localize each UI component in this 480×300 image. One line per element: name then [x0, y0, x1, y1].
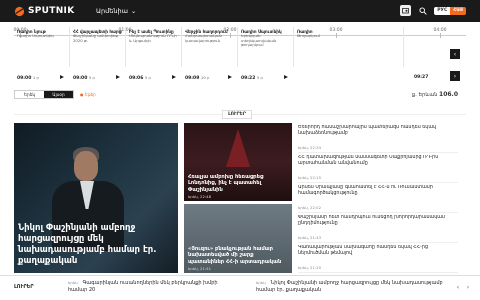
ticker-text[interactable]: Գագարինյան ուսանողներին մեկ բերկրանքի խմ…	[68, 280, 218, 293]
section-title[interactable]: ԼՈՒՐԵՐ	[222, 110, 252, 119]
frequency-city: ք. Երևան	[412, 92, 438, 98]
program-card[interactable]: Վերջին հաղորդում Հանրապետական կառավարութ…	[182, 27, 238, 67]
ticker-date: երեկ	[256, 280, 266, 285]
lang-ru[interactable]: РУС	[434, 6, 451, 15]
region-selector[interactable]: Արմենիա ⌄	[96, 7, 136, 15]
region-label: Արմենիա	[96, 7, 128, 15]
frequency-value: 106.0	[439, 91, 458, 98]
toggle-yesterday[interactable]: Երեկ	[15, 91, 44, 98]
program-card[interactable]: Ռադիո Սպուտնիկ Երեկոյան տեղեկատվական թող…	[238, 27, 294, 67]
program-time: 09:27	[414, 75, 429, 80]
program-description: Ռադիո Սպուտնիկ	[17, 34, 54, 38]
ticker-text[interactable]: Նիկոլ Փաշինյանի ամբողջ հարցազրույցը մեկ …	[256, 280, 443, 293]
program-description: Մեկնաբանություն ՌԴ-ի և Արցախի	[129, 34, 177, 43]
news-headline[interactable]: ՀՀ դատախազության մասնագետի Սաքրոյանից ՌԴ…	[298, 155, 458, 173]
news-headline[interactable]: Արմեն Սրապյանը գնահատել է ՀՀ-ն ու Ռուսաս…	[298, 185, 458, 203]
news-date: երեկ, 22:34	[298, 145, 321, 150]
sputnik-logo[interactable]: SPUTNIK	[14, 5, 74, 17]
program-description: Երեկոյան տեղեկատվական թողարկում	[241, 34, 277, 48]
news-headline[interactable]: Կառավարության նախագահը հանդես եկավ ՀՀ-ից…	[298, 245, 458, 263]
main-story[interactable]: Նիկոլ Փաշինյանի ամբողջ հարցազրույցը մեկ …	[14, 123, 178, 273]
program-time: 09:00 5 ր	[73, 75, 95, 81]
ticker-label: ԼՈՒՐԵՐ	[14, 284, 34, 290]
news-ticker: ԼՈՒՐԵՐ երեկ Գագարինյան ուսանողներին մեկ բ…	[0, 275, 480, 300]
news-date: երեկ, 22:15	[298, 175, 321, 180]
main-story-caption[interactable]: Նիկոլ Փաշինյանի ամբողջ հարցազրույցը մեկ …	[18, 223, 172, 267]
program-time: 09:06 5 ր	[129, 75, 151, 81]
search-icon[interactable]	[417, 5, 428, 16]
timeline-next-button[interactable]: ›	[450, 71, 460, 81]
news-item[interactable]: ՀՀ դատախազության մասնագետի Սաքրոյանից ՌԴ…	[298, 153, 458, 183]
ticker-item[interactable]: երեկ Գագարինյան ուսանողներին մեկ բերկրանք…	[68, 279, 228, 294]
story-caption[interactable]: Հռաչյա ամբոխը հեռացրեց Լոնդոնից, ինչ է պ…	[188, 174, 288, 194]
lang-am[interactable]: ՀԱՅ	[450, 6, 466, 15]
play-icon[interactable]	[228, 75, 232, 79]
play-icon[interactable]	[284, 75, 288, 79]
language-switch[interactable]: РУС ՀԱՅ	[434, 6, 466, 15]
program-description: Թողարկում	[297, 34, 321, 38]
chevron-down-icon: ⌄	[130, 7, 137, 15]
ticker-item[interactable]: երեկ Նիկոլ Փաշինյանի ամբողջ հարցազրույցը …	[256, 279, 446, 294]
play-icon[interactable]	[60, 75, 64, 79]
program-card[interactable]: ՀՀ վարչապետի հարցազրույց Փաշինյանը ամփոփ…	[70, 27, 126, 67]
program-time: 09:22 5 ր	[241, 75, 263, 81]
program-description: Հանրապետական կառավարություն	[185, 34, 222, 43]
story-date: երեկ, 22:48	[188, 194, 211, 199]
day-toggle: Երեկ Այսօր	[14, 90, 74, 99]
program-time: 09:09 10 ր	[185, 75, 210, 81]
news-item[interactable]: Փաշինյանի հետ հանդիպում ունեցող խորհրդար…	[298, 213, 458, 243]
radio-frequency: ք. Երևան 106.0	[412, 91, 458, 98]
news-headline[interactable]: Եռերորդ համաշխարհային պատերազմ հանդես եկ…	[298, 125, 458, 143]
play-icon[interactable]	[116, 75, 120, 79]
live-indicator[interactable]: ● Եթեր	[80, 92, 96, 97]
news-list: Եռերորդ համաշխարհային պատերազմ հանդես եկ…	[298, 123, 458, 273]
ticker-date: երեկ	[68, 280, 78, 285]
story-card[interactable]: Հռաչյա ամբոխը հեռացրեց Լոնդոնից, ինչ է պ…	[184, 123, 292, 201]
news-item[interactable]: Եռերորդ համաշխարհային պատերազմ հանդես եկ…	[298, 123, 458, 153]
news-item[interactable]: Կառավարության նախագահը հանդես եկավ ՀՀ-ից…	[298, 243, 458, 273]
top-navbar: SPUTNIK Արմենիա ⌄ РУС ՀԱՅ	[0, 0, 480, 22]
ticker-next-icon[interactable]: ›	[464, 283, 472, 291]
story-card[interactable]: «Յուզու» բնակչության համար նախատեսված մի…	[184, 204, 292, 273]
news-item[interactable]: Արմեն Սրապյանը գնահատել է ՀՀ-ն ու Ռուսաս…	[298, 183, 458, 213]
timeline-prev-button[interactable]: ‹	[450, 49, 460, 59]
timeline-tick	[440, 33, 441, 38]
story-caption[interactable]: «Յուզու» բնակչության համար նախատեսված մի…	[188, 246, 288, 266]
logo-text: SPUTNIK	[28, 6, 75, 16]
ticker-prev-icon[interactable]: ‹	[454, 283, 462, 291]
sputnik-logo-icon	[14, 6, 25, 16]
program-card[interactable]: Ռադիո նյութ Ռադիո Սպուտնիկ	[14, 27, 70, 67]
program-time: 09:00 1 ր	[17, 75, 39, 81]
news-headline[interactable]: Փաշինյանի հետ հանդիպում ունեցող խորհրդար…	[298, 215, 458, 233]
program-description: Փաշինյանը ամփոփեց 2020 թ․	[73, 34, 118, 43]
photo-person-head	[74, 151, 98, 181]
photo-tree	[226, 129, 250, 167]
program-card[interactable]: Ռադիո Թողարկում	[294, 27, 404, 67]
program-card[interactable]: Ինչ է ասել Պուտինը Մեկնաբանություն ՌԴ-ի …	[126, 27, 182, 67]
news-date: երեկ, 22:02	[298, 205, 321, 210]
toggle-today[interactable]: Այսօր	[44, 91, 73, 98]
news-date: երեկ, 21:20	[298, 265, 321, 270]
radio-icon[interactable]	[400, 5, 412, 16]
news-date: երեկ, 21:43	[298, 235, 321, 240]
program-time-row: 09:00 1 ր 09:00 5 ր 09:06 5 ր 09:09 10 ր…	[14, 71, 444, 83]
top-icons: РУС ՀԱՅ	[400, 5, 466, 16]
story-date: երեկ, 21:51	[188, 266, 211, 271]
play-icon[interactable]	[172, 75, 176, 79]
